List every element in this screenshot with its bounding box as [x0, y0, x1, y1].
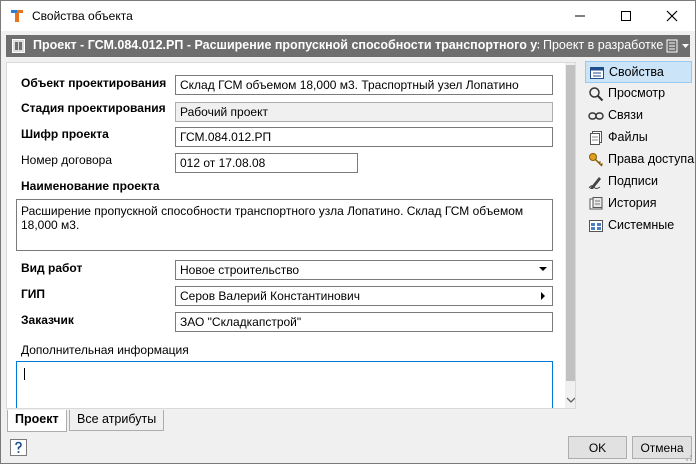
nav-label: Свойства — [609, 65, 664, 79]
status-label: Проект в разработке — [543, 38, 664, 52]
gip-label: ГИП — [21, 287, 46, 301]
maximize-button[interactable] — [603, 1, 649, 31]
extra-info-label: Дополнительная информация — [21, 343, 189, 357]
nav-item-links[interactable]: Связи — [585, 105, 692, 127]
object-title: Проект - ГСМ.084.012.РП - Расширение про… — [33, 38, 539, 52]
ok-label: OK — [588, 441, 607, 455]
window-title: Свойства объекта — [32, 9, 133, 23]
object-header-bar: Проект - ГСМ.084.012.РП - Расширение про… — [6, 35, 690, 57]
name-label: Наименование проекта — [21, 179, 160, 193]
customer-field[interactable]: ЗАО "Складкапстрой" — [175, 312, 553, 332]
signature-icon — [588, 177, 601, 189]
work-type-label: Вид работ — [21, 261, 83, 275]
nav-item-history[interactable]: История — [585, 193, 692, 215]
tab-project[interactable]: Проект — [7, 410, 67, 432]
nav-label: Просмотр — [608, 86, 666, 100]
object-value: Склад ГСМ объемом 18,000 м3. Траспортный… — [180, 78, 519, 92]
cancel-label: Отмена — [640, 441, 684, 455]
magnifier-icon — [589, 87, 604, 102]
chevron-down-icon[interactable] — [682, 44, 689, 48]
document-menu-icon[interactable] — [666, 39, 678, 53]
key-icon — [589, 153, 604, 167]
nav-item-system[interactable]: Системные — [585, 215, 692, 237]
help-icon — [15, 441, 22, 453]
project-icon — [12, 39, 25, 53]
name-textarea[interactable]: Расширение пропускной способности трансп… — [16, 199, 553, 251]
work-type-value: Новое строительство — [180, 263, 300, 277]
chevron-down-icon — [539, 267, 547, 271]
close-button[interactable] — [649, 1, 695, 31]
nav-label: Подписи — [608, 174, 658, 188]
close-icon — [666, 10, 678, 22]
extra-info-textarea[interactable] — [16, 361, 553, 408]
nav-label: Файлы — [608, 130, 648, 144]
customer-value: ЗАО "Складкапстрой" — [180, 315, 302, 329]
nav-item-access-rights[interactable]: Права доступа — [585, 149, 695, 171]
stage-field: Рабочий проект — [175, 102, 553, 122]
properties-form: Объект проектирования Склад ГСМ объемом … — [6, 62, 576, 409]
nav-label: История — [608, 196, 657, 210]
files-icon — [590, 131, 602, 145]
object-field[interactable]: Склад ГСМ объемом 18,000 м3. Траспортный… — [175, 75, 553, 95]
name-value: Расширение пропускной способности трансп… — [21, 204, 524, 232]
contract-value: 012 от 17.08.08 — [180, 156, 266, 170]
dialog-window: Свойства объекта Проект - ГСМ.084.012.РП… — [0, 0, 696, 464]
tab-all-attributes[interactable]: Все атрибуты — [69, 410, 165, 431]
code-label: Шифр проекта — [21, 127, 109, 141]
system-icon — [589, 220, 603, 232]
nav-item-properties[interactable]: Свойства — [585, 61, 692, 83]
stage-label: Стадия проектирования — [21, 101, 166, 115]
minimize-button[interactable] — [557, 1, 603, 31]
tab-project-label: Проект — [15, 412, 59, 426]
code-field[interactable]: ГСМ.084.012.РП — [175, 127, 553, 147]
app-logo-icon — [10, 9, 24, 23]
gip-field[interactable]: Серов Валерий Константинович — [175, 286, 553, 306]
resize-grip-icon[interactable] — [685, 454, 693, 462]
text-caret — [24, 368, 25, 380]
nav-label: Связи — [608, 108, 644, 122]
customer-label: Заказчик — [21, 313, 74, 327]
nav-label: Права доступа — [608, 152, 695, 166]
dropdown-button[interactable] — [535, 262, 551, 278]
nav-label: Системные — [608, 218, 675, 232]
scroll-down-icon[interactable] — [566, 397, 576, 403]
code-value: ГСМ.084.012.РП — [180, 130, 272, 144]
nav-item-view[interactable]: Просмотр — [585, 83, 692, 105]
chevron-right-icon — [541, 292, 545, 300]
title-bar: Свойства объекта — [1, 1, 695, 31]
nav-item-files[interactable]: Файлы — [585, 127, 692, 149]
work-type-select[interactable]: Новое строительство — [175, 260, 553, 280]
cancel-button[interactable]: Отмена — [632, 436, 692, 459]
gip-select-button[interactable] — [535, 288, 551, 304]
link-icon — [588, 112, 604, 120]
side-navigation: Свойства Просмотр Связи Файлы Права дост… — [585, 61, 695, 237]
help-button[interactable] — [10, 439, 27, 456]
stage-value: Рабочий проект — [180, 105, 268, 119]
tab-all-attributes-label: Все атрибуты — [77, 412, 157, 426]
properties-icon — [590, 67, 604, 79]
gip-value: Серов Валерий Константинович — [180, 289, 360, 303]
history-icon — [589, 197, 603, 210]
nav-item-signatures[interactable]: Подписи — [585, 171, 692, 193]
minimize-icon — [575, 15, 585, 17]
contract-field[interactable]: 012 от 17.08.08 — [175, 153, 358, 173]
ok-button[interactable]: OK — [568, 436, 627, 459]
scrollbar-thumb[interactable] — [566, 65, 575, 381]
object-label: Объект проектирования — [21, 76, 167, 90]
contract-label: Номер договора — [21, 153, 112, 167]
maximize-icon — [621, 11, 631, 21]
vertical-scrollbar[interactable] — [565, 63, 576, 408]
